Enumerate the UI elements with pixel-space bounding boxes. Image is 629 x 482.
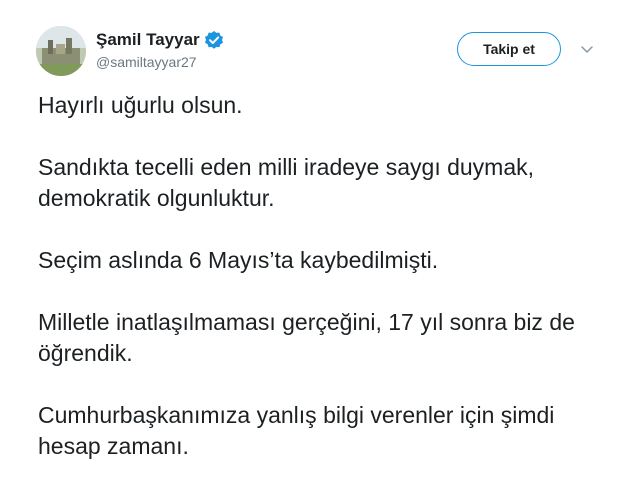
display-name[interactable]: Şamil Tayyar xyxy=(96,29,200,51)
tweet-paragraph: Sandıkta tecelli eden milli iradeye sayg… xyxy=(38,154,535,211)
tweet-paragraph: Milletle inatlaşılmaması gerçeğini, 17 y… xyxy=(38,309,575,366)
tweet-paragraph: Hayırlı uğurlu olsun. xyxy=(38,92,243,118)
avatar[interactable] xyxy=(36,26,86,76)
verified-badge-icon xyxy=(204,30,224,50)
tweet-card: Şamil Tayyar @samiltayyar27 Takip et Hay… xyxy=(0,0,629,482)
user-name-row: Şamil Tayyar xyxy=(96,29,224,51)
tweet-paragraph: Seçim aslında 6 Mayıs’ta kaybedilmişti. xyxy=(38,247,439,273)
tweet-paragraph: Cumhurbaşkanımıza yanlış bilgi verenler … xyxy=(38,402,555,459)
follow-button[interactable]: Takip et xyxy=(457,32,561,66)
tweet-text: Hayırlı uğurlu olsun. Sandıkta tecelli e… xyxy=(38,90,608,462)
chevron-down-icon[interactable] xyxy=(579,41,595,57)
profile-photo-icon xyxy=(36,26,86,76)
user-handle[interactable]: @samiltayyar27 xyxy=(96,53,197,71)
